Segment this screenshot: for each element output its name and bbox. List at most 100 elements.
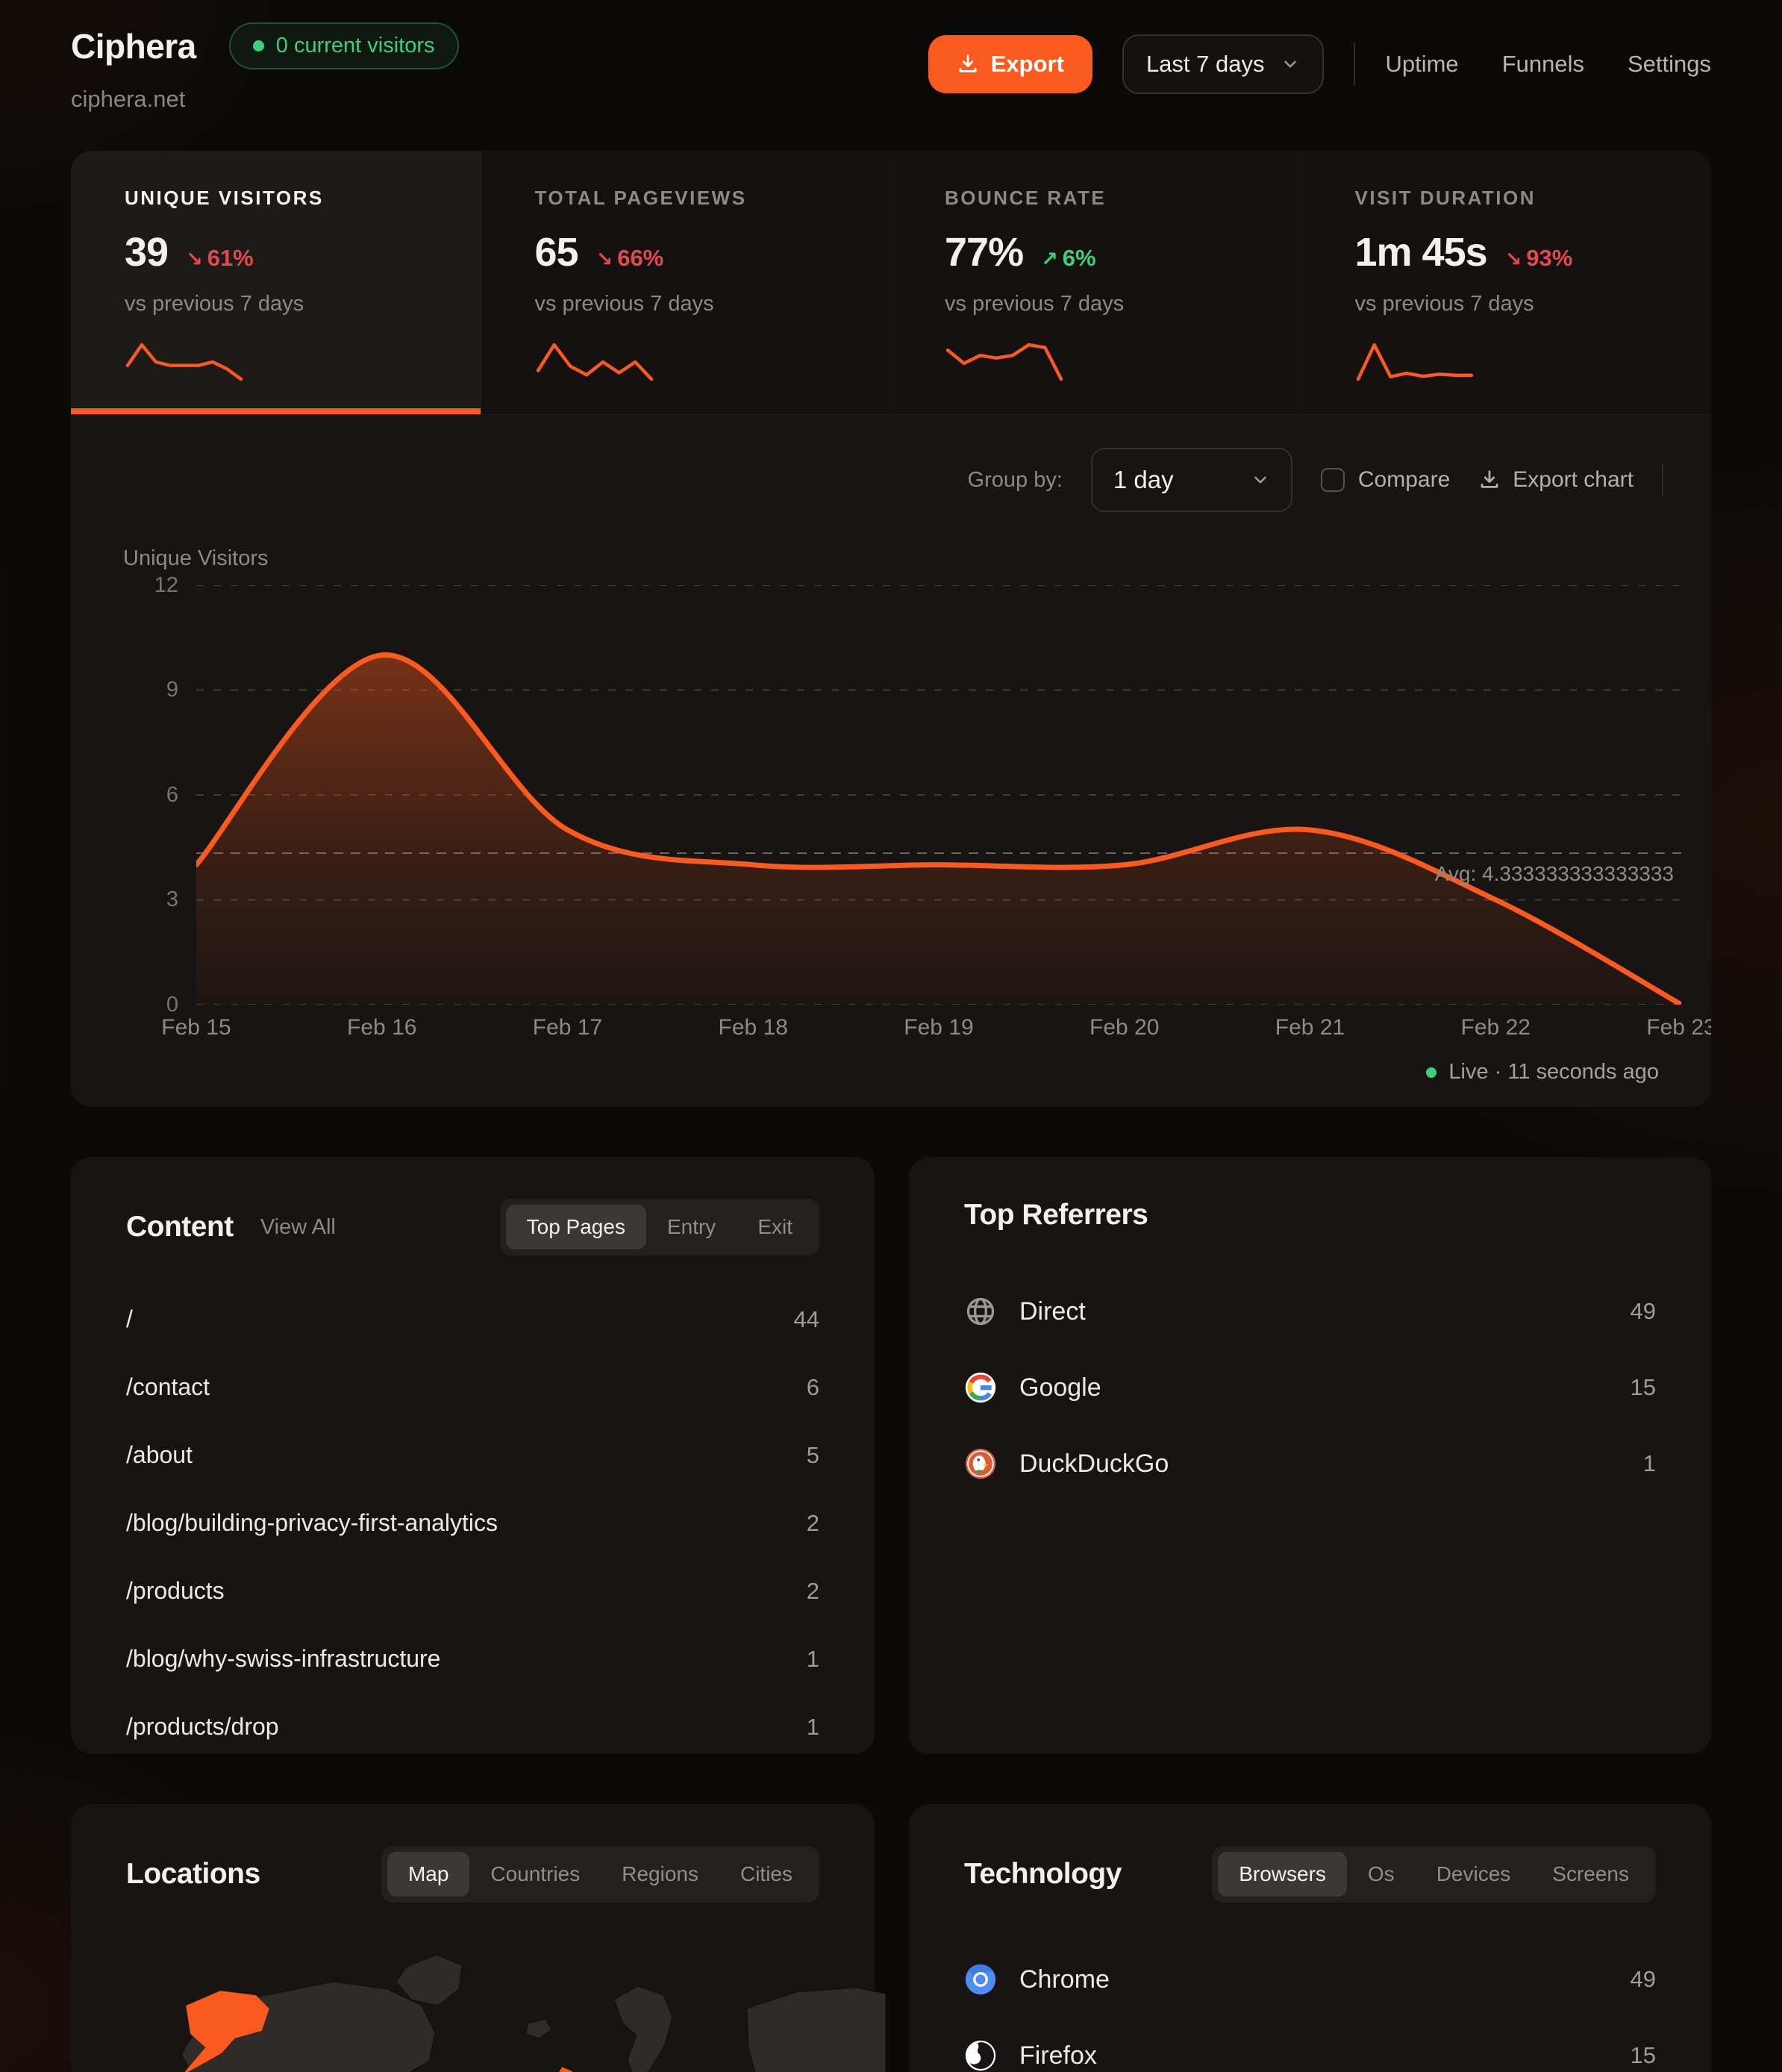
- stat-compare: vs previous 7 days: [535, 292, 837, 316]
- x-axis-label: Feb 16: [347, 1015, 416, 1040]
- tab-top-pages[interactable]: Top Pages: [506, 1205, 646, 1249]
- nav-settings[interactable]: Settings: [1628, 51, 1711, 78]
- chart-y-axis-title: Unique Visitors: [123, 546, 269, 571]
- tab-entry[interactable]: Entry: [646, 1205, 737, 1249]
- live-dot-icon: [253, 40, 264, 52]
- analytics-dashboard: Ciphera 0 current visitors ciphera.net E…: [0, 0, 1782, 2072]
- controls-divider: [1662, 464, 1663, 496]
- page-row[interactable]: /products2: [126, 1557, 819, 1625]
- referrer-row[interactable]: Direct49: [964, 1273, 1656, 1349]
- tab-os[interactable]: Os: [1347, 1852, 1416, 1897]
- top-referrers-card: Top Referrers Direct49 Google15 DuckDuck…: [909, 1157, 1711, 1754]
- stat-unique-visitors[interactable]: UNIQUE VISITORS 39 ↘61% vs previous 7 da…: [71, 151, 481, 414]
- date-range-dropdown[interactable]: Last 7 days: [1122, 34, 1325, 94]
- x-axis-labels: Feb 15Feb 16Feb 17Feb 18Feb 19Feb 20Feb …: [196, 1015, 1681, 1048]
- technology-rows: Chrome49 Firefox15: [964, 1941, 1656, 2072]
- live-status: Live · 11 seconds ago: [119, 1060, 1663, 1085]
- group-by-select[interactable]: 1 day: [1091, 448, 1292, 512]
- tab-exit[interactable]: Exit: [737, 1205, 813, 1249]
- page-row[interactable]: /contact6: [126, 1353, 819, 1421]
- tab-countries[interactable]: Countries: [469, 1852, 601, 1897]
- sparkline: [945, 339, 1064, 385]
- page-row[interactable]: /products/drop1: [126, 1693, 819, 1754]
- duckduckgo-icon: [964, 1447, 997, 1480]
- nav-funnels[interactable]: Funnels: [1502, 51, 1584, 78]
- x-axis-label: Feb 18: [719, 1015, 788, 1040]
- page-row[interactable]: /44: [126, 1285, 819, 1353]
- locations-card: Locations Map Countries Regions Cities: [71, 1804, 875, 2072]
- locations-tabs: Map Countries Regions Cities: [381, 1846, 819, 1903]
- page-row[interactable]: /blog/why-swiss-infrastructure1: [126, 1625, 819, 1693]
- chart-controls: Group by: 1 day Compare Export chart: [119, 448, 1663, 512]
- sparkline: [125, 339, 244, 385]
- average-line-label: Avg: 4.333333333333333: [1435, 862, 1674, 886]
- stat-value: 39: [125, 229, 168, 275]
- tab-cities[interactable]: Cities: [719, 1852, 813, 1897]
- tab-screens[interactable]: Screens: [1531, 1852, 1650, 1897]
- download-icon: [1478, 469, 1501, 491]
- nav-uptime[interactable]: Uptime: [1385, 51, 1458, 78]
- content-tabs: Top Pages Entry Exit: [500, 1199, 819, 1255]
- google-icon: [964, 1371, 997, 1404]
- stat-delta: ↘66%: [596, 245, 664, 272]
- sparkline: [535, 339, 654, 385]
- stat-compare: vs previous 7 days: [125, 292, 427, 316]
- stat-total-pageviews[interactable]: TOTAL PAGEVIEWS 65 ↘66% vs previous 7 da…: [481, 151, 892, 414]
- chart-plot-area[interactable]: Avg: 4.333333333333333: [196, 585, 1681, 1005]
- page-row[interactable]: /about5: [126, 1421, 819, 1489]
- date-range-value: Last 7 days: [1146, 51, 1265, 78]
- y-axis-ticks: 129630: [119, 585, 178, 1005]
- page-row[interactable]: /blog/building-privacy-first-analytics2: [126, 1489, 819, 1557]
- stat-value: 65: [535, 229, 578, 275]
- stat-bounce-rate[interactable]: BOUNCE RATE 77% ↗6% vs previous 7 days: [891, 151, 1301, 414]
- globe-icon: [964, 1295, 997, 1328]
- header: Ciphera 0 current visitors ciphera.net E…: [71, 22, 1711, 148]
- tab-regions[interactable]: Regions: [601, 1852, 719, 1897]
- current-visitors-label: 0 current visitors: [276, 34, 435, 58]
- download-icon: [957, 53, 979, 75]
- browser-row[interactable]: Firefox15: [964, 2018, 1656, 2072]
- group-by-label: Group by:: [968, 468, 1063, 493]
- chevron-down-icon: [1251, 470, 1270, 490]
- compare-label: Compare: [1358, 467, 1450, 493]
- stat-visit-duration[interactable]: VISIT DURATION 1m 45s ↘93% vs previous 7…: [1301, 151, 1712, 414]
- country-iceland: [526, 2019, 551, 2038]
- referrer-rows: Direct49 Google15 DuckDuckGo1: [964, 1273, 1656, 1502]
- referrer-row[interactable]: DuckDuckGo1: [964, 1426, 1656, 1502]
- stat-label: UNIQUE VISITORS: [125, 187, 427, 210]
- header-controls: Export Last 7 days Uptime Funnels Settin…: [928, 34, 1711, 94]
- compare-checkbox[interactable]: [1321, 468, 1345, 492]
- export-chart-label: Export chart: [1513, 467, 1634, 493]
- referrers-title: Top Referrers: [964, 1199, 1148, 1232]
- stat-delta: ↘93%: [1505, 245, 1573, 272]
- referrer-row[interactable]: Google15: [964, 1349, 1656, 1426]
- export-button[interactable]: Export: [928, 35, 1092, 93]
- stat-compare: vs previous 7 days: [1355, 292, 1658, 316]
- world-map[interactable]: [110, 1928, 886, 2072]
- stat-label: TOTAL PAGEVIEWS: [535, 187, 837, 210]
- technology-card: Technology Browsers Os Devices Screens C…: [909, 1804, 1711, 2072]
- x-axis-label: Feb 17: [533, 1015, 602, 1040]
- x-axis-label: Feb 23: [1646, 1015, 1711, 1040]
- stat-label: VISIT DURATION: [1355, 187, 1658, 210]
- export-chart-button[interactable]: Export chart: [1478, 467, 1634, 493]
- tab-devices[interactable]: Devices: [1416, 1852, 1532, 1897]
- tab-map[interactable]: Map: [387, 1852, 469, 1897]
- firefox-icon: [964, 2039, 997, 2072]
- view-all-link[interactable]: View All: [260, 1215, 336, 1240]
- chrome-icon: [964, 1963, 997, 1996]
- browser-row[interactable]: Chrome49: [964, 1941, 1656, 2018]
- compare-toggle[interactable]: Compare: [1321, 467, 1450, 493]
- line-chart-svg: [196, 585, 1681, 1005]
- region-russia-asia: [747, 1988, 886, 2072]
- brand-block: Ciphera 0 current visitors ciphera.net: [71, 22, 459, 113]
- brand-title: Ciphera: [71, 26, 196, 66]
- x-axis-label: Feb 19: [904, 1015, 973, 1040]
- site-domain: ciphera.net: [71, 86, 459, 113]
- x-axis-label: Feb 22: [1461, 1015, 1531, 1040]
- x-axis-label: Feb 21: [1275, 1015, 1345, 1040]
- current-visitors-badge[interactable]: 0 current visitors: [229, 22, 459, 69]
- tab-browsers[interactable]: Browsers: [1218, 1852, 1347, 1897]
- chart-section: Group by: 1 day Compare Export chart Uni…: [71, 415, 1711, 1107]
- stat-delta: ↗6%: [1041, 245, 1095, 272]
